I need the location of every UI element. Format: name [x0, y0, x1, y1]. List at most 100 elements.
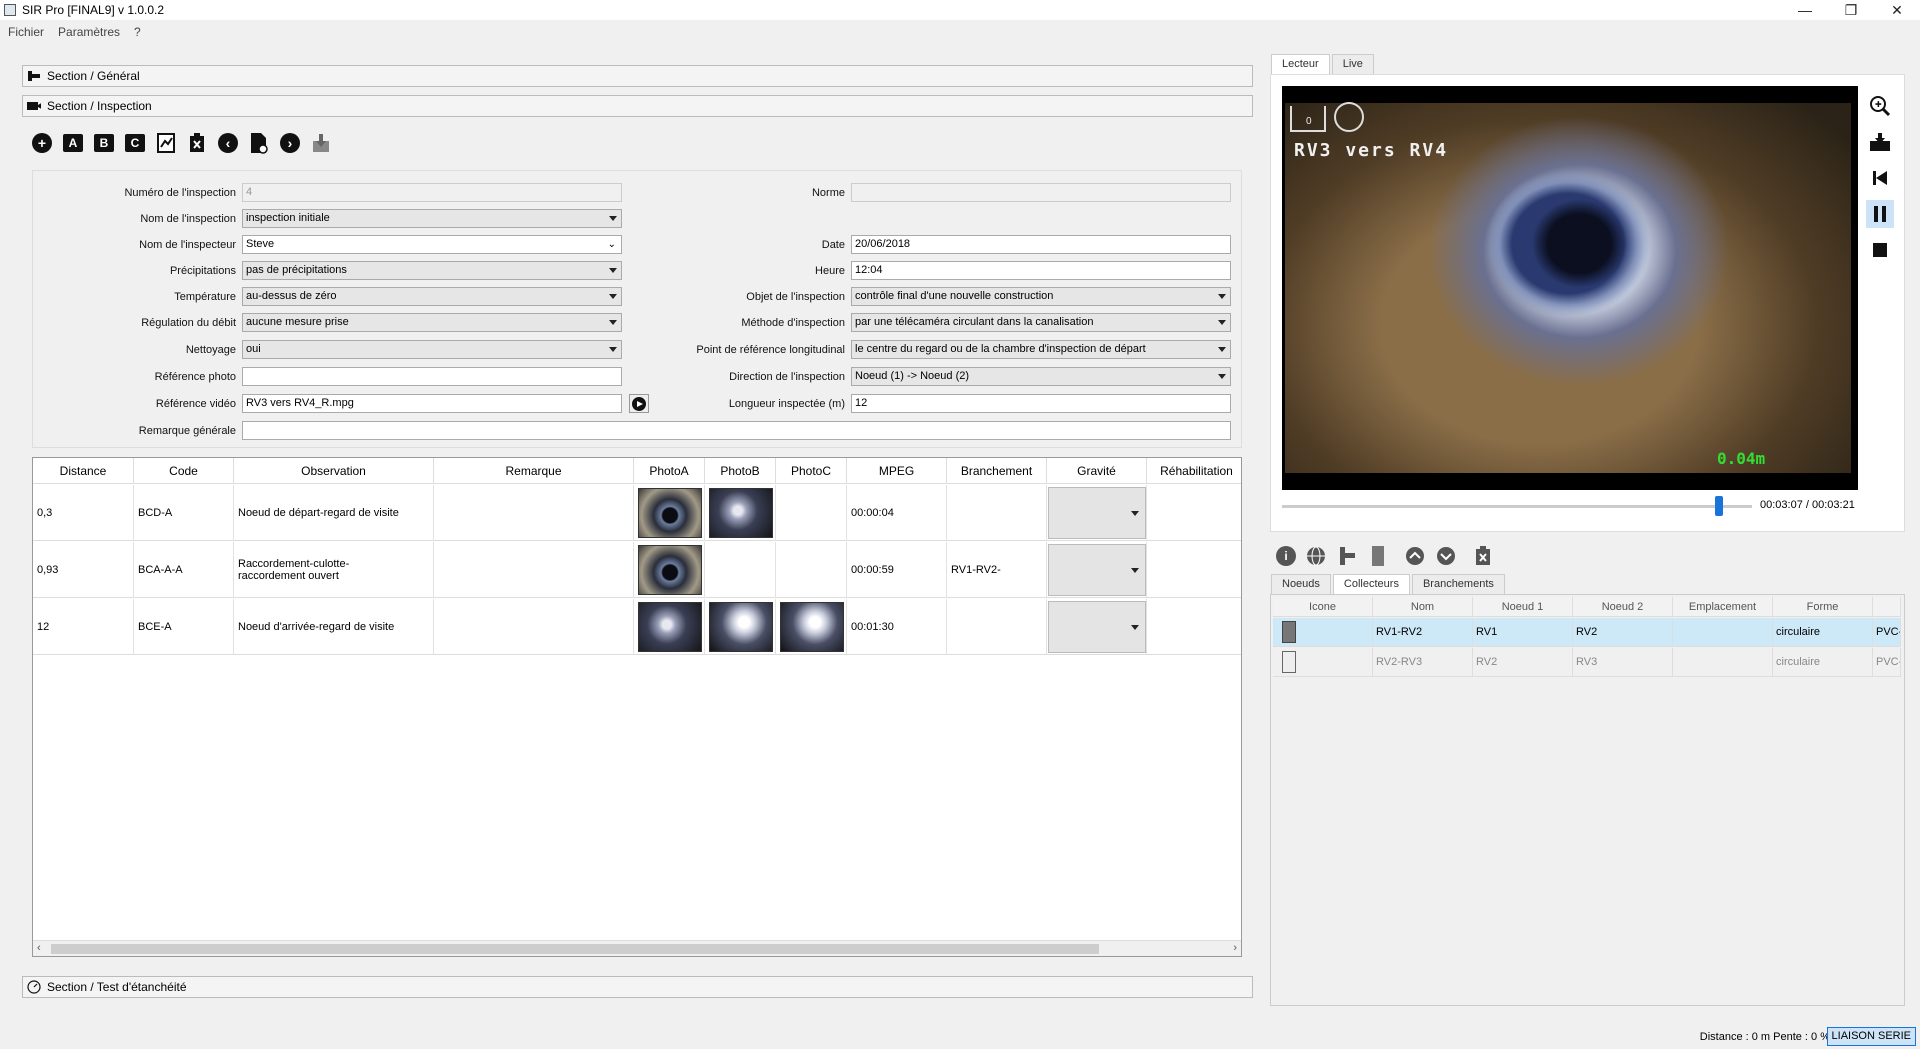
cell-gravite[interactable] [1047, 485, 1147, 541]
col-icone[interactable]: Icone [1273, 597, 1373, 617]
col-distance[interactable]: Distance [33, 458, 134, 484]
info-icon[interactable]: i [1275, 545, 1297, 567]
table-row[interactable]: 12 BCE-A Noeud d'arrivée-regard de visit… [33, 599, 1241, 655]
cell-photoa[interactable] [634, 485, 705, 541]
tab-lecteur[interactable]: Lecteur [1271, 54, 1330, 74]
photo-thumbnail[interactable] [638, 488, 702, 538]
longueur-input[interactable]: 12 [851, 394, 1231, 413]
col-noeud1[interactable]: Noeud 1 [1473, 597, 1573, 617]
section-general-header[interactable]: Section / Général [22, 65, 1253, 87]
heure-input[interactable]: 12:04 [851, 261, 1231, 280]
move-down-icon[interactable] [1435, 545, 1457, 567]
list-item[interactable]: RV1-RV2 RV1 RV2 circulaire PVC- [1273, 618, 1901, 647]
restore-button[interactable]: ❐ [1828, 0, 1874, 20]
tab-live[interactable]: Live [1331, 54, 1374, 74]
photo-b-button[interactable]: B [92, 131, 116, 155]
minimize-button[interactable]: — [1782, 0, 1828, 20]
col-materiau[interactable] [1873, 597, 1901, 617]
seekbar-handle[interactable] [1715, 496, 1724, 516]
remarque-generale-input[interactable] [242, 421, 1231, 440]
col-photoa[interactable]: PhotoA [634, 458, 705, 484]
col-nom[interactable]: Nom [1373, 597, 1473, 617]
photo-thumbnail[interactable] [638, 545, 702, 595]
photo-thumbnail[interactable] [638, 602, 702, 652]
col-branchement[interactable]: Branchement [947, 458, 1047, 484]
cell-gravite[interactable] [1047, 542, 1147, 598]
direction-select[interactable]: Noeud (1) -> Noeud (2) [851, 367, 1231, 386]
video-seekbar[interactable] [1282, 496, 1752, 516]
cell-photob[interactable] [705, 485, 776, 541]
liaison-serie-button[interactable]: LIAISON SERIE [1826, 1027, 1916, 1046]
photo-a-button[interactable]: A [61, 131, 85, 155]
next-button[interactable]: › [278, 131, 302, 155]
menu-parametres[interactable]: Paramètres [58, 25, 120, 39]
nom-inspection-select[interactable]: inspection initiale [242, 209, 622, 228]
col-emplacement[interactable]: Emplacement [1673, 597, 1773, 617]
menu-fichier[interactable]: Fichier [8, 25, 44, 39]
col-observation[interactable]: Observation [234, 458, 434, 484]
add-observation-button[interactable]: + [30, 131, 54, 155]
video-display[interactable]: 0 RV3 vers RV4 0.04m [1282, 86, 1858, 490]
gravite-select[interactable] [1048, 544, 1146, 596]
scroll-right-icon[interactable]: › [1233, 942, 1237, 954]
regulation-select[interactable]: aucune mesure prise [242, 313, 622, 332]
col-noeud2[interactable]: Noeud 2 [1573, 597, 1673, 617]
move-up-icon[interactable] [1404, 545, 1426, 567]
menu-help[interactable]: ? [134, 25, 141, 39]
tab-noeuds[interactable]: Noeuds [1271, 574, 1331, 594]
previous-button[interactable]: ‹ [216, 131, 240, 155]
col-code[interactable]: Code [134, 458, 234, 484]
col-mpeg[interactable]: MPEG [847, 458, 947, 484]
manhole-icon[interactable] [1367, 545, 1389, 567]
objet-select[interactable]: contrôle final d'une nouvelle constructi… [851, 287, 1231, 306]
cell-photob[interactable] [705, 599, 776, 655]
save-frame-icon[interactable] [1866, 128, 1894, 156]
photo-c-button[interactable]: C [123, 131, 147, 155]
photo-thumbnail[interactable] [780, 602, 844, 652]
pointref-select[interactable]: le centre du regard ou de la chambre d'i… [851, 340, 1231, 359]
download-icon[interactable] [309, 131, 333, 155]
inspecteur-select[interactable]: Steve ⌄ [242, 235, 622, 254]
gravite-select[interactable] [1048, 601, 1146, 653]
cell-gravite[interactable] [1047, 599, 1147, 655]
delete-item-icon[interactable] [1472, 545, 1494, 567]
stop-icon[interactable] [1866, 236, 1894, 264]
refphoto-input[interactable] [242, 367, 622, 386]
tab-branchements[interactable]: Branchements [1411, 574, 1505, 594]
methode-select[interactable]: par une télécaméra circulant dans la can… [851, 313, 1231, 332]
cell-photoa[interactable] [634, 542, 705, 598]
pipe-add-icon[interactable] [1336, 545, 1358, 567]
cell-photoa[interactable] [634, 599, 705, 655]
document-add-icon[interactable] [247, 131, 271, 155]
table-horizontal-scrollbar[interactable]: ‹ › [33, 940, 1241, 956]
photo-thumbnail[interactable] [709, 488, 773, 538]
col-forme[interactable]: Forme [1773, 597, 1873, 617]
section-inspection-header[interactable]: Section / Inspection [22, 95, 1253, 117]
nettoyage-select[interactable]: oui [242, 340, 622, 359]
pause-icon[interactable] [1866, 200, 1894, 228]
temperature-select[interactable]: au-dessus de zéro [242, 287, 622, 306]
section-test-header[interactable]: Section / Test d'étanchéité [22, 976, 1253, 998]
precipitations-select[interactable]: pas de précipitations [242, 261, 622, 280]
photo-thumbnail[interactable] [709, 602, 773, 652]
col-remarque[interactable]: Remarque [434, 458, 634, 484]
list-item[interactable]: RV2-RV3 RV2 RV3 circulaire PVC- [1273, 648, 1901, 677]
tab-collecteurs[interactable]: Collecteurs [1332, 574, 1410, 594]
scroll-left-icon[interactable]: ‹ [37, 942, 41, 954]
close-button[interactable]: ✕ [1874, 0, 1920, 20]
gravite-select[interactable] [1048, 487, 1146, 539]
globe-icon[interactable] [1305, 545, 1327, 567]
table-row[interactable]: 0,93 BCA-A-A Raccordement-culotte-raccor… [33, 542, 1241, 598]
col-gravite[interactable]: Gravité [1047, 458, 1147, 484]
col-photob[interactable]: PhotoB [705, 458, 776, 484]
table-row[interactable]: 0,3 BCD-A Noeud de départ-regard de visi… [33, 485, 1241, 541]
delete-observation-icon[interactable] [185, 131, 209, 155]
cell-photoc[interactable] [776, 599, 847, 655]
col-rehabilitation[interactable]: Réhabilitation [1147, 458, 1241, 484]
zoom-icon[interactable]: ✚ [1866, 92, 1894, 120]
scrollbar-thumb[interactable] [51, 944, 1099, 954]
date-input[interactable]: 20/06/2018 [851, 235, 1231, 254]
chart-icon[interactable] [154, 131, 178, 155]
col-photoc[interactable]: PhotoC [776, 458, 847, 484]
refvideo-input[interactable]: RV3 vers RV4_R.mpg [242, 394, 622, 413]
